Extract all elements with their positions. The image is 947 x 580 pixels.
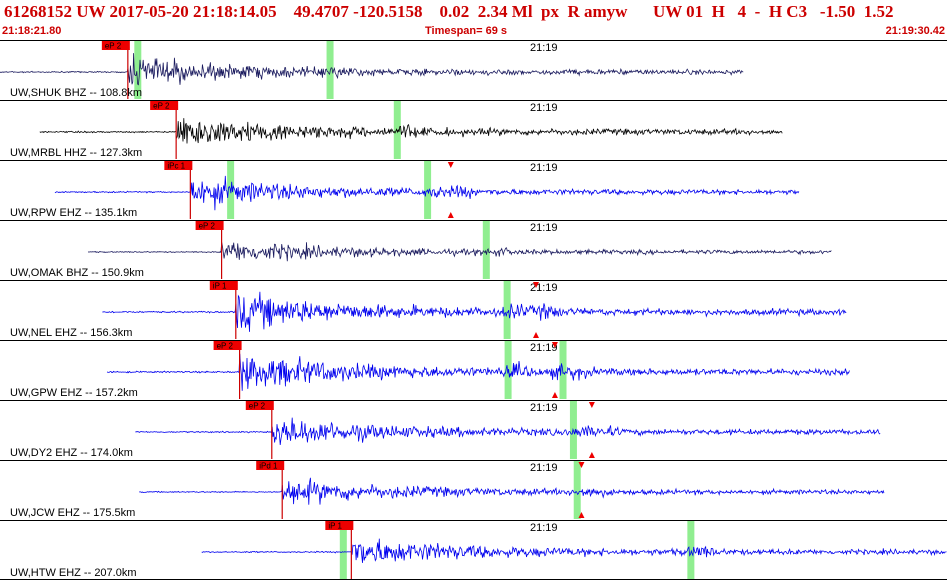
end-time: 21:19:30.42 bbox=[885, 25, 945, 37]
station-label: UW,HTW EHZ -- 207.0km bbox=[10, 567, 137, 579]
minute-mark: 21:19 bbox=[530, 522, 558, 534]
trace-row[interactable]: 21:19 eP 2 UW,OMAK BHZ -- 150.9km bbox=[0, 220, 947, 280]
pick-label: iP 1 bbox=[213, 282, 227, 291]
waveform bbox=[39, 118, 783, 144]
amplitude-marker-top bbox=[588, 402, 595, 408]
pick-label: eP 2 bbox=[105, 42, 122, 51]
pick-label: eP 2 bbox=[217, 342, 234, 351]
waveform bbox=[102, 291, 847, 332]
minute-mark: 21:19 bbox=[530, 402, 558, 414]
amplitude-marker-bottom bbox=[588, 452, 595, 458]
waveform bbox=[106, 353, 850, 391]
pick-label: iPc 1 bbox=[167, 162, 185, 171]
station-label: UW,GPW EHZ -- 157.2km bbox=[10, 387, 138, 399]
window-band bbox=[482, 221, 490, 279]
pick-label: eP 2 bbox=[153, 102, 170, 111]
pick-label: eP 2 bbox=[199, 222, 216, 231]
station-label: UW,NEL EHZ -- 156.3km bbox=[10, 327, 132, 339]
trace-row[interactable]: 21:19 eP 2 UW,SHUK BHZ -- 108.8km bbox=[0, 40, 947, 100]
amplitude-marker-top bbox=[447, 162, 454, 168]
minute-mark: 21:19 bbox=[530, 102, 558, 114]
window-band bbox=[503, 281, 511, 339]
event-header: 61268152 UW 2017-05-20 21:18:14.05 49.47… bbox=[0, 0, 947, 40]
seismogram-panel[interactable]: 21:19 eP 2 UW,SHUK BHZ -- 108.8km 21:19 eP 2… bbox=[0, 40, 947, 580]
amplitude-marker-bottom bbox=[533, 332, 540, 338]
waveform bbox=[0, 53, 744, 86]
timespan: Timespan= 69 s bbox=[425, 25, 508, 37]
amplitude-marker-bottom bbox=[551, 392, 558, 398]
window-band bbox=[573, 461, 581, 519]
minute-mark: 21:19 bbox=[530, 162, 558, 174]
station-label: UW,MRBL HHZ -- 127.3km bbox=[10, 147, 142, 159]
trace-row[interactable]: 21:19 iPc 1 UW,RPW EHZ -- 135.1km bbox=[0, 160, 947, 220]
station-label: UW,SHUK BHZ -- 108.8km bbox=[10, 87, 142, 99]
pick-label: eP 2 bbox=[249, 402, 266, 411]
start-time: 21:18:21.80 bbox=[2, 25, 62, 37]
pick-label: iPd 1 bbox=[259, 462, 278, 471]
station-label: UW,JCW EHZ -- 175.5km bbox=[10, 507, 135, 519]
minute-mark: 21:19 bbox=[530, 42, 558, 54]
pick-label: iP 1 bbox=[328, 522, 342, 531]
station-label: UW,DY2 EHZ -- 174.0km bbox=[10, 447, 133, 459]
station-label: UW,OMAK BHZ -- 150.9km bbox=[10, 267, 144, 279]
trace-row[interactable]: 21:19 iP 1 UW,HTW EHZ -- 207.0km bbox=[0, 520, 947, 580]
window-band bbox=[393, 101, 401, 159]
amplitude-marker-bottom bbox=[447, 212, 454, 218]
waveform bbox=[139, 477, 885, 505]
waveform bbox=[201, 538, 947, 563]
trace-row[interactable]: 21:19 eP 2 UW,DY2 EHZ -- 174.0km bbox=[0, 400, 947, 460]
station-label: UW,RPW EHZ -- 135.1km bbox=[10, 207, 137, 219]
trace-row[interactable]: 21:19 eP 2 UW,MRBL HHZ -- 127.3km bbox=[0, 100, 947, 160]
waveform bbox=[135, 417, 881, 446]
event-summary-line: 61268152 UW 2017-05-20 21:18:14.05 49.47… bbox=[4, 2, 894, 21]
waveform bbox=[87, 242, 832, 262]
minute-mark: 21:19 bbox=[530, 462, 558, 474]
trace-row[interactable]: 21:19eP 2UW,GPW EHZ -- 157.2km bbox=[0, 340, 947, 400]
trace-row[interactable]: 21:19 iPd 1 UW,JCW EHZ -- 175.5km bbox=[0, 460, 947, 520]
trace-row[interactable]: 21:19iP 1UW,NEL EHZ -- 156.3km bbox=[0, 280, 947, 340]
minute-mark: 21:19 bbox=[530, 222, 558, 234]
